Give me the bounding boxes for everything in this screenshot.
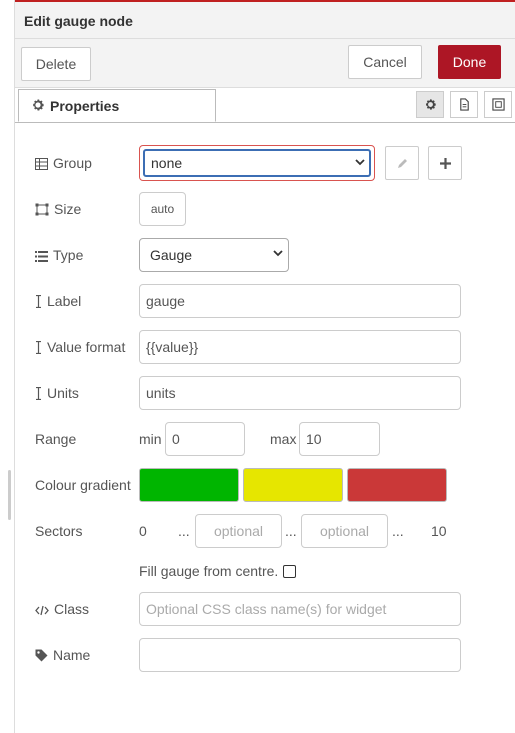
range-max-input[interactable]: 10 — [299, 422, 380, 456]
range-min-input[interactable]: 0 — [165, 422, 245, 456]
chevron-down-icon — [355, 159, 365, 166]
frame-icon — [492, 98, 505, 111]
pencil-icon — [398, 159, 407, 168]
plus-icon — [440, 158, 451, 169]
class-input[interactable]: Optional CSS class name(s) for widget — [139, 592, 461, 626]
table-icon — [35, 158, 48, 170]
dialog-title: Edit gauge node — [24, 13, 133, 29]
dialog-button-row: Delete Cancel Done — [15, 39, 515, 88]
list-icon — [35, 251, 48, 262]
text-cursor-icon — [36, 386, 41, 401]
range-min-label: min — [139, 431, 162, 447]
tab-settings-button[interactable] — [416, 91, 444, 118]
document-icon — [460, 98, 469, 111]
dialog-titlebar: Edit gauge node — [15, 2, 515, 39]
tab-bar: Properties — [15, 88, 515, 123]
type-label: Type — [35, 247, 83, 263]
sectors-sep-1: ... — [178, 523, 190, 539]
range-label: Range — [35, 431, 77, 447]
size-label: Size — [35, 201, 81, 217]
name-input[interactable] — [139, 638, 461, 672]
colour-swatch-high[interactable] — [347, 468, 447, 502]
range-max-label: max — [270, 431, 297, 447]
add-group-button[interactable] — [428, 146, 462, 180]
colour-swatch-mid[interactable] — [243, 468, 343, 502]
done-button[interactable]: Done — [438, 45, 501, 79]
class-label: Class — [35, 601, 89, 617]
text-cursor-icon — [36, 340, 41, 355]
fill-centre-label: Fill gauge from centre. — [139, 563, 279, 579]
sectors-optional-1[interactable]: optional — [195, 514, 282, 548]
gear-icon — [426, 99, 436, 110]
sectors-end: 10 — [431, 523, 447, 539]
fill-centre-checkbox[interactable] — [283, 565, 296, 578]
sectors-optional-2[interactable]: optional — [301, 514, 388, 548]
sectors-label: Sectors — [35, 523, 83, 539]
label-field-label: Label — [35, 293, 81, 309]
code-icon — [35, 605, 49, 616]
tag-icon — [35, 649, 48, 662]
group-select[interactable]: none — [143, 149, 371, 177]
type-select[interactable]: Gauge — [139, 238, 289, 272]
cancel-button[interactable]: Cancel — [348, 45, 422, 79]
units-input[interactable]: units — [139, 376, 461, 410]
sectors-start: 0 — [139, 523, 147, 539]
colour-gradient-label: Colour gradient — [35, 477, 131, 493]
value-format-label: Value format — [35, 339, 125, 355]
delete-button[interactable]: Delete — [21, 47, 91, 81]
chevron-down-icon — [273, 250, 283, 257]
tab-properties-label: Properties — [50, 98, 120, 114]
edit-dialog: Edit gauge node Delete Cancel Done Prope… — [15, 2, 515, 733]
tab-description-button[interactable] — [450, 91, 478, 118]
left-gutter — [0, 0, 15, 733]
resize-icon — [35, 203, 49, 216]
edit-group-button[interactable] — [385, 146, 419, 180]
tab-appearance-button[interactable] — [484, 91, 512, 118]
tab-properties[interactable]: Properties — [18, 89, 216, 122]
colour-swatch-low[interactable] — [139, 468, 239, 502]
value-format-input[interactable]: {{value}} — [139, 330, 461, 364]
sectors-sep-3: ... — [392, 523, 404, 539]
sectors-sep-2: ... — [285, 523, 297, 539]
name-label: Name — [35, 647, 90, 663]
text-cursor-icon — [36, 294, 41, 309]
units-label: Units — [35, 385, 79, 401]
size-button[interactable]: auto — [139, 192, 186, 226]
label-input[interactable]: gauge — [139, 284, 461, 318]
group-label: Group — [35, 155, 92, 171]
group-select-wrapper: none — [139, 145, 375, 181]
gear-icon — [33, 99, 44, 111]
resize-handle[interactable] — [8, 470, 11, 520]
